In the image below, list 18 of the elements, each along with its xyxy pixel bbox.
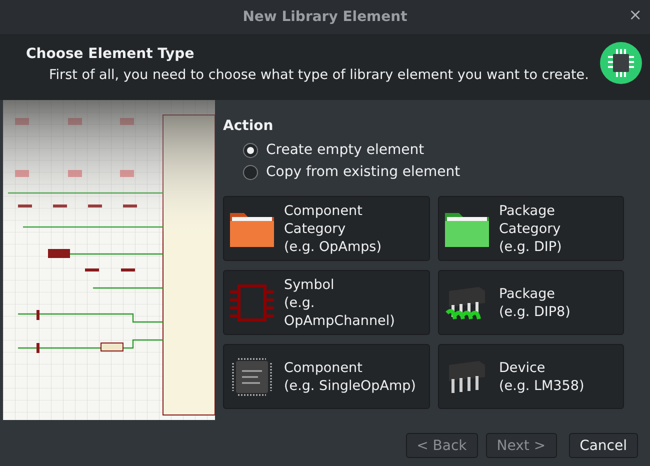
element-type-button[interactable]: Device (e.g. LM358) bbox=[438, 344, 624, 409]
action-label: Action bbox=[223, 117, 274, 136]
close-button[interactable]: × bbox=[628, 7, 642, 23]
element-type-button[interactable]: Package (e.g. DIP8) bbox=[438, 270, 624, 335]
dialog-button[interactable]: Cancel bbox=[568, 433, 638, 458]
page-subtitle: First of all, you need to choose what type of library element you want to create. bbox=[48, 66, 589, 85]
window-title: New Library Element bbox=[242, 8, 408, 26]
radio-label[interactable]: Create empty element bbox=[266, 140, 424, 160]
radio-button[interactable] bbox=[243, 164, 258, 180]
element-type-button[interactable]: Symbol (e.g. OpAmpChannel) bbox=[223, 270, 430, 335]
page-title: Choose Element Type bbox=[26, 45, 196, 64]
element-type-button[interactable]: Component (e.g. SingleOpAmp) bbox=[223, 344, 430, 409]
element-type-button[interactable]: Package Category (e.g. DIP) bbox=[438, 196, 624, 261]
radio-button[interactable] bbox=[243, 142, 258, 158]
element-type-button[interactable]: Component Category (e.g. OpAmps) bbox=[223, 196, 430, 261]
radio-label[interactable]: Copy from existing element bbox=[266, 162, 460, 182]
chip-logo-icon bbox=[600, 42, 642, 84]
symbol-outline-icon bbox=[228, 282, 276, 322]
